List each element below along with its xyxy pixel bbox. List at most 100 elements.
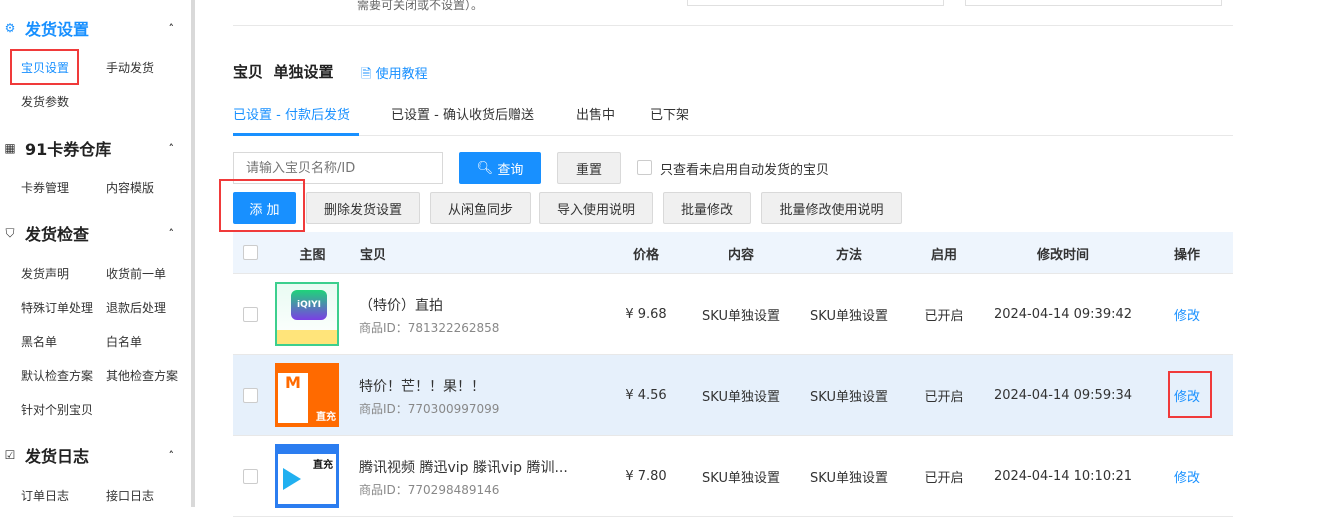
modified-time: 2024-04-14 10:10:21 xyxy=(993,468,1133,484)
tab-on-sale[interactable]: 出售中 xyxy=(576,104,615,123)
row-checkbox[interactable] xyxy=(243,469,258,484)
shield-icon: ⛉ xyxy=(5,225,15,240)
log-icon: ☑ xyxy=(4,448,16,462)
batch-edit-button[interactable]: 批量修改 xyxy=(663,192,751,224)
sidebar-section-card-warehouse[interactable]: ▦ 91卡券仓库 ˄ xyxy=(0,133,190,163)
filter-label: 只查看未启用自动发货的宝贝 xyxy=(660,163,830,178)
sidebar-item[interactable]: 退款后处理 xyxy=(106,299,166,316)
sidebar-item-api-log[interactable]: 接口日志 xyxy=(106,487,154,504)
reset-button[interactable]: 重置 xyxy=(557,152,621,184)
price: ¥ 4.56 xyxy=(625,387,667,403)
sidebar-section-delivery-log[interactable]: ☑ 发货日志 ˄ xyxy=(0,440,190,470)
filter-checkbox[interactable] xyxy=(637,160,652,175)
price: ¥ 7.80 xyxy=(625,468,667,484)
sidebar-item-order-log[interactable]: 订单日志 xyxy=(21,487,69,504)
col-content: 内容 xyxy=(727,247,754,263)
tab-paid-delivery[interactable]: 已设置 - 付款后发货 xyxy=(233,104,350,123)
qrcode-icon: ▦ xyxy=(4,141,16,155)
chevron-up-icon[interactable]: ˄ xyxy=(169,227,175,240)
sidebar-item[interactable]: 默认检查方案 xyxy=(21,367,93,384)
product-id: 商品ID：770300997099 xyxy=(359,402,500,416)
enabled-status: 已开启 xyxy=(924,389,964,405)
product-id: 商品ID：781322262858 xyxy=(359,321,500,335)
tab-active-indicator xyxy=(233,133,359,136)
select-all-checkbox[interactable] xyxy=(243,245,258,260)
sidebar-item[interactable]: 黑名单 xyxy=(21,333,57,350)
section-title-b: 单独设置 xyxy=(273,63,334,81)
product-title[interactable]: 腾讯视频 腾迅vip 滕讯vip 腾训... xyxy=(359,457,568,477)
col-actions: 操作 xyxy=(1173,247,1200,263)
sync-from-xianyu-button[interactable]: 从闲鱼同步 xyxy=(430,192,531,224)
divider xyxy=(233,25,1233,26)
import-instructions-button[interactable]: 导入使用说明 xyxy=(539,192,653,224)
enabled-status: 已开启 xyxy=(924,470,964,486)
section-title-a: 宝贝 xyxy=(233,63,264,81)
query-label: 查询 xyxy=(497,162,524,178)
col-image: 主图 xyxy=(299,247,326,263)
product-thumbnail: 直充 xyxy=(275,444,339,508)
top-field xyxy=(965,0,1222,6)
sidebar-item-manual-delivery[interactable]: 手动发货 xyxy=(106,59,154,76)
table-row: 直充 腾讯视频 腾迅vip 滕讯vip 腾训... 商品ID：770298489… xyxy=(233,436,1233,517)
highlight-box xyxy=(10,49,79,85)
highlight-box xyxy=(219,179,305,232)
search-icon: 🔍︎ xyxy=(476,160,494,176)
content: SKU单独设置 xyxy=(702,389,780,405)
product-title[interactable]: 特价！芒！！果！！ xyxy=(359,376,485,396)
sidebar-section-delivery-check[interactable]: ⛉ 发货检查 ˄ xyxy=(0,218,190,248)
sidebar-item[interactable]: 白名单 xyxy=(106,333,142,350)
scrollbar[interactable] xyxy=(191,0,195,507)
row-checkbox[interactable] xyxy=(243,307,258,322)
query-button[interactable]: 🔍︎ 查询 xyxy=(459,152,541,184)
price: ¥ 9.68 xyxy=(625,306,667,322)
sidebar-item-delivery-params[interactable]: 发货参数 xyxy=(21,93,69,110)
product-id: 商品ID：770298489146 xyxy=(359,483,500,497)
method: SKU单独设置 xyxy=(810,389,888,405)
tutorial-label: 使用教程 xyxy=(375,67,428,82)
col-modified-time: 修改时间 xyxy=(1036,247,1089,263)
tabs-divider xyxy=(233,135,1233,136)
modified-time: 2024-04-14 09:59:34 xyxy=(993,387,1133,403)
method: SKU单独设置 xyxy=(810,308,888,324)
sidebar-item[interactable]: 特殊订单处理 xyxy=(21,299,93,316)
col-method: 方法 xyxy=(835,247,862,263)
table-row: iQIYI （特价）直拍 商品ID：781322262858 ¥ 9.68 SK… xyxy=(233,274,1233,355)
section-title: 宝贝 单独设置 xyxy=(233,61,333,82)
edit-link[interactable]: 修改 xyxy=(1141,274,1233,354)
delete-delivery-settings-button[interactable]: 删除发货设置 xyxy=(306,192,420,224)
col-price: 价格 xyxy=(632,247,659,263)
chevron-up-icon[interactable]: ˄ xyxy=(169,449,175,462)
enabled-status: 已开启 xyxy=(924,308,964,324)
highlight-box xyxy=(1168,371,1212,418)
content: SKU单独设置 xyxy=(702,470,780,486)
tab-gift-after-receipt[interactable]: 已设置 - 确认收货后赠送 xyxy=(391,104,534,123)
product-thumbnail: iQIYI xyxy=(275,282,339,346)
product-title[interactable]: （特价）直拍 xyxy=(359,295,443,315)
sidebar-item[interactable]: 发货声明 xyxy=(21,265,69,282)
row-checkbox[interactable] xyxy=(243,388,258,403)
edit-link[interactable]: 修改 xyxy=(1141,436,1233,516)
sidebar: ⚙ 发货设置 ˄ 宝贝设置 手动发货 发货参数 ▦ 91卡券仓库 ˄ 卡券管理 … xyxy=(0,0,191,507)
top-field xyxy=(687,0,944,6)
sidebar-item-content-template[interactable]: 内容模版 xyxy=(106,179,154,196)
sidebar-section-delivery-settings[interactable]: ⚙ 发货设置 ˄ xyxy=(0,13,190,43)
col-item: 宝贝 xyxy=(360,247,387,263)
document-icon: 🗎 xyxy=(361,67,372,82)
sidebar-item[interactable]: 针对个别宝贝 xyxy=(21,401,93,418)
sidebar-item[interactable]: 收货前一单 xyxy=(106,265,166,282)
top-note: 需要可关闭或不设置）。 xyxy=(357,0,484,12)
sidebar-item[interactable]: 其他检查方案 xyxy=(106,367,178,384)
modified-time: 2024-04-14 09:39:42 xyxy=(993,306,1133,322)
tutorial-link[interactable]: 🗎 使用教程 xyxy=(361,63,428,87)
col-enabled: 启用 xyxy=(930,247,957,263)
table-row: M 直充 特价！芒！！果！！ 商品ID：770300997099 ¥ 4.56 S… xyxy=(233,355,1233,436)
content: SKU单独设置 xyxy=(702,308,780,324)
batch-edit-instructions-button[interactable]: 批量修改使用说明 xyxy=(761,192,902,224)
chevron-up-icon[interactable]: ˄ xyxy=(169,142,175,155)
gear-icon: ⚙ xyxy=(4,21,16,35)
method: SKU单独设置 xyxy=(810,470,888,486)
product-thumbnail: M 直充 xyxy=(275,363,339,427)
tab-delisted[interactable]: 已下架 xyxy=(650,104,689,123)
chevron-up-icon[interactable]: ˄ xyxy=(169,22,175,35)
sidebar-item-card-management[interactable]: 卡券管理 xyxy=(21,179,69,196)
